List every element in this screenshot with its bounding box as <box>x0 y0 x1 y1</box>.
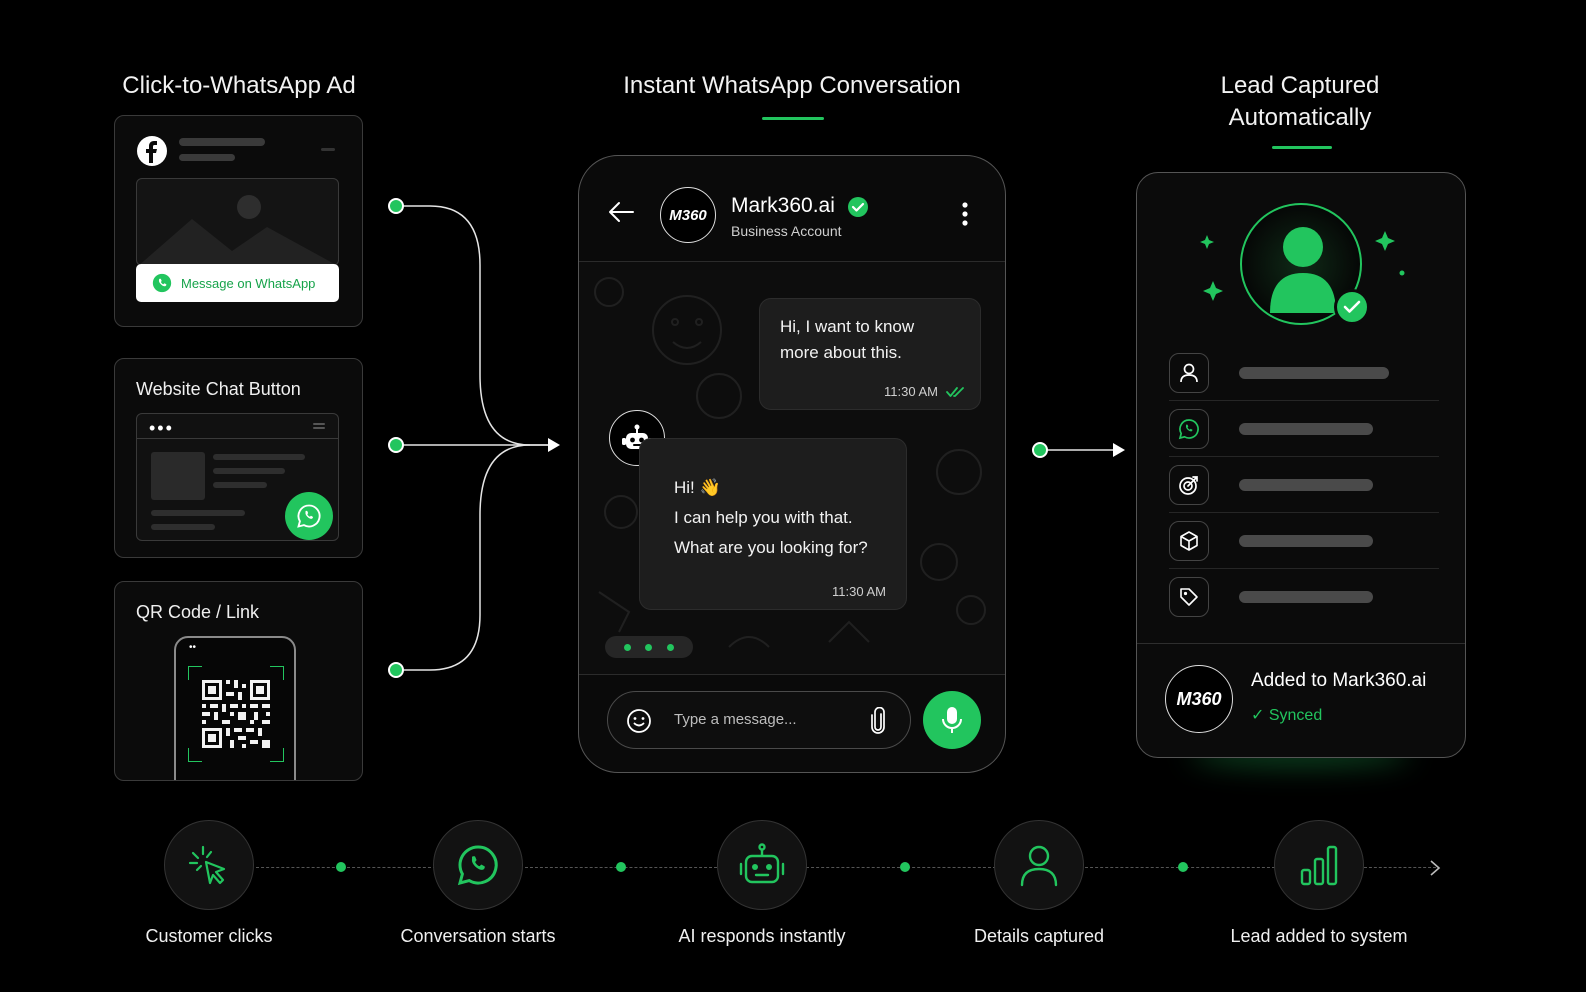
browser-mockup: ••• <box>136 413 339 541</box>
step-label-5: Lead added to system <box>1230 926 1408 946</box>
verified-badge-icon <box>847 196 869 223</box>
target-icon <box>1169 465 1209 505</box>
added-to-text: Added to Mark360.ai <box>1251 670 1427 691</box>
step-dot-4 <box>1178 862 1188 872</box>
cube-icon <box>1169 521 1209 561</box>
step-dot-2 <box>616 862 626 872</box>
message-input-placeholder: Type a message... <box>674 711 797 728</box>
whatsapp-icon <box>295 502 323 530</box>
whatsapp-chat-button[interactable] <box>285 492 333 540</box>
ad-subtitle-placeholder <box>179 154 235 161</box>
lead-field-source <box>1169 457 1439 513</box>
user-icon <box>1018 843 1060 887</box>
step-label-4: Details captured <box>973 926 1105 946</box>
left-column-title: Click-to-WhatsApp Ad <box>122 72 356 99</box>
chevron-right-icon <box>1428 860 1442 881</box>
step-connector-5 <box>1364 867 1436 868</box>
center-column-title: Instant WhatsApp Conversation <box>623 72 961 99</box>
synced-status: ✓ Synced <box>1251 707 1323 724</box>
step-lead-added <box>1274 820 1364 910</box>
bot-message-bubble[interactable]: Hi! 👋 I can help you with that. What are… <box>639 438 907 610</box>
connector-node-ad <box>388 198 404 214</box>
step-dot-1 <box>336 862 346 872</box>
source-connectors <box>396 205 560 671</box>
message-input-row: Type a message... <box>579 674 1005 772</box>
whatsapp-icon <box>152 273 172 293</box>
more-options-icon[interactable] <box>961 201 969 232</box>
typing-indicator <box>605 636 693 658</box>
contact-avatar[interactable]: M360 <box>660 187 716 243</box>
ad-title-placeholder <box>179 138 265 146</box>
step-dot-3 <box>900 862 910 872</box>
chat-phone: M360 Mark360.ai Business Account Hi, I w… <box>578 155 1006 773</box>
website-chat-card[interactable]: Website Chat Button ••• <box>114 358 363 558</box>
phone-mockup: •• <box>174 636 296 780</box>
facebook-icon <box>136 135 168 172</box>
right-column-title-line2: Automatically <box>1228 104 1372 131</box>
lead-card-divider <box>1137 643 1465 644</box>
avatar-logo-text: M360 <box>669 206 707 224</box>
attachment-icon[interactable] <box>870 706 886 740</box>
bot-message-line2: I can help you with that. <box>674 508 853 527</box>
lead-card: M360 Added to Mark360.ai ✓ Synced <box>1136 172 1466 758</box>
step-connector-1 <box>256 867 436 868</box>
message-on-whatsapp-button[interactable]: Message on WhatsApp <box>136 264 339 302</box>
right-title-underline <box>1272 146 1332 149</box>
robot-icon <box>737 843 787 887</box>
center-title-underline <box>762 117 824 120</box>
lead-field-whatsapp <box>1169 401 1439 457</box>
browser-dots: ••• <box>149 418 174 438</box>
crm-logo-text: M360 <box>1176 688 1222 709</box>
back-arrow-icon[interactable] <box>607 200 635 229</box>
qr-code-label: QR Code / Link <box>136 602 260 622</box>
bot-message-line1: Hi! 👋 <box>674 478 721 497</box>
step-label-3: AI responds instantly <box>678 926 846 946</box>
qr-scan-frame <box>187 665 285 763</box>
ad-image-placeholder <box>136 178 339 266</box>
content-image-placeholder <box>151 452 205 500</box>
message-on-whatsapp-label: Message on WhatsApp <box>181 275 316 291</box>
contact-name: Mark360.ai <box>731 194 835 217</box>
qr-code-card[interactable]: QR Code / Link •• <box>114 581 363 781</box>
whatsapp-icon <box>454 841 502 889</box>
step-customer-clicks <box>164 820 254 910</box>
user-message-line1: Hi, I want to know <box>780 317 915 336</box>
website-chat-label: Website Chat Button <box>136 379 301 399</box>
bot-message-line3: What are you looking for? <box>674 538 868 557</box>
ad-menu-placeholder <box>321 148 335 151</box>
click-cursor-icon <box>187 843 231 887</box>
check-badge-icon <box>1334 289 1370 325</box>
double-check-icon <box>946 386 966 398</box>
user-message-bubble[interactable]: Hi, I want to know more about this. 11:3… <box>759 298 981 410</box>
user-icon <box>1169 353 1209 393</box>
account-type: Business Account <box>731 223 842 239</box>
bar-chart-icon <box>1299 844 1339 886</box>
connector-node-website <box>388 437 404 453</box>
step-label-1: Customer clicks <box>145 926 273 946</box>
chat-messages-area: Hi, I want to know more about this. 11:3… <box>579 262 1005 674</box>
microphone-icon <box>941 706 963 734</box>
right-column-title-line1: Lead Captured <box>1220 72 1380 99</box>
voice-record-button[interactable] <box>923 691 981 749</box>
user-message-time: 11:30 AM <box>884 384 938 399</box>
chat-header: M360 Mark360.ai Business Account <box>579 156 1005 262</box>
message-input[interactable]: Type a message... <box>607 691 911 749</box>
lead-field-name <box>1169 345 1439 401</box>
crm-logo: M360 <box>1165 665 1233 733</box>
bot-message-time: 11:30 AM <box>832 584 886 599</box>
lead-field-tag <box>1169 569 1439 625</box>
step-details-captured <box>994 820 1084 910</box>
connector-node-qr <box>388 662 404 678</box>
user-silhouette-icon <box>1266 223 1340 318</box>
step-label-2: Conversation starts <box>400 926 556 946</box>
tag-icon <box>1169 577 1209 617</box>
connector-node-lead <box>1032 442 1048 458</box>
whatsapp-icon <box>1169 409 1209 449</box>
lead-field-product <box>1169 513 1439 569</box>
facebook-ad-card[interactable]: Message on WhatsApp <box>114 115 363 327</box>
step-ai-responds <box>717 820 807 910</box>
step-conversation-starts <box>433 820 523 910</box>
user-message-line2: more about this. <box>780 343 902 362</box>
emoji-icon[interactable] <box>626 708 652 739</box>
